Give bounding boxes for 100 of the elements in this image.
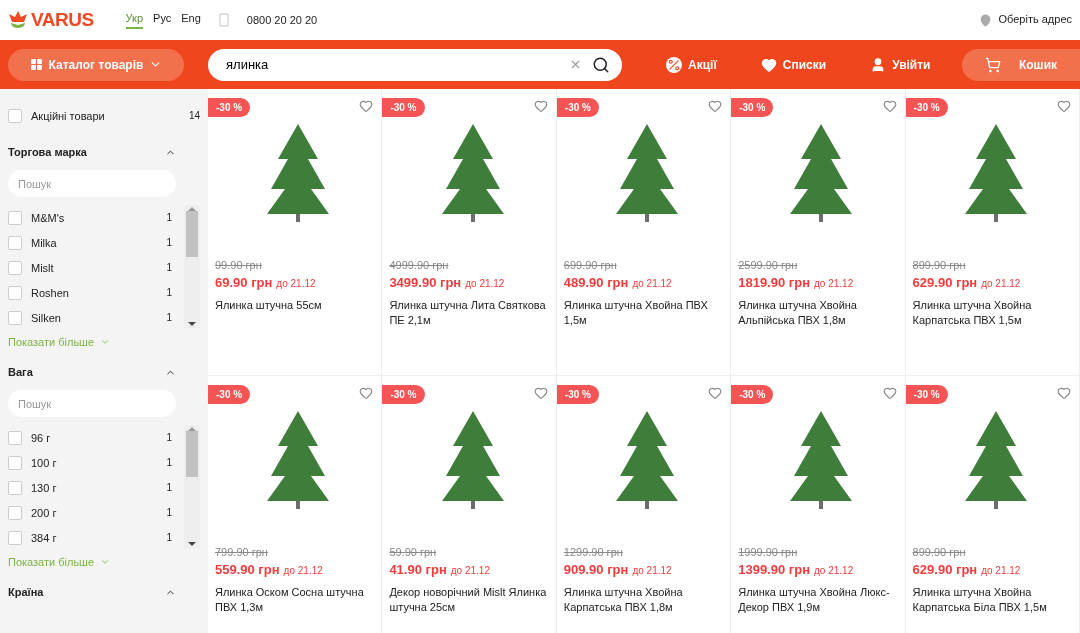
product-card[interactable]: -30 % 899.90 грн 629.90 грн до 21.12 Ялинка штучна Хвойна Карпатська Біла ПВХ 1,5м	[905, 376, 1080, 633]
filter-label: 96 г	[31, 431, 52, 444]
heart-icon[interactable]	[708, 99, 723, 113]
filter-search-field[interactable]: Пошук	[8, 170, 176, 197]
heart-icon[interactable]	[533, 99, 548, 113]
product-name[interactable]: Декор новорічний Mislt Ялинка штучна 25см	[389, 585, 556, 615]
checkbox[interactable]	[8, 505, 22, 520]
heart-icon[interactable]	[1057, 99, 1071, 113]
product-name[interactable]: Ялинка Оском Сосна штучна ПВХ 1,3м	[215, 585, 382, 615]
checkbox[interactable]	[8, 285, 22, 300]
filter-label: Mislt	[31, 261, 55, 274]
checkbox[interactable]	[8, 108, 22, 123]
scrollbar[interactable]	[184, 205, 200, 328]
heart-icon[interactable]	[359, 386, 374, 400]
scroll-down-icon[interactable]	[188, 322, 196, 326]
discount-badge: -30 %	[382, 385, 425, 404]
filter-label: Акційні товари	[31, 109, 106, 122]
heart-icon[interactable]	[882, 386, 897, 400]
filter-label: Milka	[31, 236, 58, 249]
filter-count: 1	[165, 237, 172, 248]
scroll-down-icon[interactable]	[188, 542, 196, 546]
price: 489.90 грн	[563, 275, 629, 290]
product-name[interactable]: Ялинка штучна Хвойна Люкс-Декор ПВХ 1,9м	[738, 585, 905, 615]
checkbox[interactable]	[8, 455, 22, 470]
filter-search-field[interactable]: Пошук	[8, 390, 176, 417]
promo-date: до 21.12	[981, 278, 1021, 289]
product-name[interactable]: Ялинка штучна Хвойна Карпатська ПВХ 1,5м	[912, 298, 1079, 328]
discount-badge: -30 %	[905, 385, 948, 404]
promos-link[interactable]: Акції	[666, 56, 717, 73]
varus-logo[interactable]: VARUS	[8, 9, 94, 31]
percent-icon	[666, 56, 682, 73]
filter-title: Торгова марка	[8, 146, 87, 158]
product-name[interactable]: Ялинка штучна 55см	[215, 298, 382, 313]
old-price: 899.90 грн	[912, 259, 967, 271]
login-link[interactable]: Увійти	[870, 56, 931, 73]
product-card[interactable]: -30 % 1999.90 грн 1399.90 грн до 21.12 Ялинка штучна Хвойна Люкс-Декор ПВХ 1,9м	[731, 376, 906, 633]
product-card[interactable]: -30 % 899.90 грн 629.90 грн до 21.12 Ялинка штучна Хвойна Карпатська ПВХ 1,5м	[905, 89, 1080, 376]
filter-count: 1	[165, 312, 172, 323]
product-card[interactable]: -30 % 799.90 грн 559.90 грн до 21.12 Ялинка Оском Сосна штучна ПВХ 1,3м	[208, 376, 383, 633]
discount-badge: -30 %	[556, 385, 599, 404]
heart-icon[interactable]	[882, 99, 897, 113]
discount-badge: -30 %	[731, 385, 774, 404]
heart-icon[interactable]	[708, 386, 723, 400]
search-field[interactable]: ялинка	[208, 48, 622, 81]
promo-date: до 21.12	[814, 565, 854, 576]
discount-badge: -30 %	[208, 385, 251, 404]
product-name[interactable]: Ялинка штучна Хвойна ПВХ 1,5м	[563, 298, 731, 328]
old-price: 59.90 грн	[389, 546, 438, 558]
filter-count: 1	[165, 432, 172, 443]
product-card[interactable]: -30 % 2599.90 грн 1819.90 грн до 21.12 Ялинка штучна Хвойна Альпійська ПВХ 1,8м	[731, 89, 906, 376]
language-tab[interactable]: Укр	[125, 11, 144, 29]
cart-icon	[984, 56, 1001, 73]
phone-icon	[216, 13, 231, 27]
filter-count: 1	[165, 287, 172, 298]
product-name[interactable]: Ялинка штучна Хвойна Карпатська Біла ПВХ 1,5м	[912, 585, 1079, 615]
heart-icon[interactable]	[359, 99, 374, 113]
filter-title: Вага	[8, 366, 33, 378]
checkbox[interactable]	[8, 310, 22, 325]
language-tab[interactable]: Рус	[153, 11, 172, 29]
product-card[interactable]: -30 % 699.90 грн 489.90 грн до 21.12 Ялинка штучна Хвойна ПВХ 1,5м	[556, 89, 732, 376]
heart-icon[interactable]	[533, 386, 548, 400]
search-input[interactable]: ялинка	[224, 56, 559, 73]
checkbox[interactable]	[8, 260, 22, 275]
filter-label: 130 г	[31, 481, 58, 494]
product-card[interactable]: -30 % 59.90 грн 41.90 грн до 21.12 Декор новорічний Mislt Ялинка штучна 25см	[382, 376, 557, 633]
product-card[interactable]: -30 % 99.90 грн 69.90 грн до 21.12 Ялинка штучна 55см	[208, 89, 383, 376]
checkbox[interactable]	[8, 210, 22, 225]
lists-link[interactable]: Списки	[760, 56, 827, 73]
filter-count: 1	[165, 212, 172, 223]
product-name[interactable]: Ялинка штучна Лита Святкова ПЕ 2,1м	[389, 298, 556, 328]
language-tab[interactable]: Eng	[181, 11, 201, 29]
scrollbar[interactable]	[184, 425, 200, 548]
product-card[interactable]: -30 % 1299.90 грн 909.90 грн до 21.12 Ялинка штучна Хвойна Карпатська ПВХ 1,8м	[556, 376, 732, 633]
filter-count: 1	[165, 482, 172, 493]
checkbox[interactable]	[8, 235, 22, 250]
discount-badge: -30 %	[905, 98, 948, 117]
old-price: 699.90 грн	[563, 259, 618, 271]
checkbox[interactable]	[8, 530, 22, 545]
filter-count: 1	[165, 457, 172, 468]
checkbox[interactable]	[8, 430, 22, 445]
filter-title: Країна	[8, 586, 44, 598]
price: 1399.90 грн	[738, 562, 810, 577]
close-icon	[569, 58, 582, 71]
old-price: 899.90 грн	[912, 546, 967, 558]
filter-label: M&M's	[31, 211, 66, 224]
chevron-down-icon	[100, 557, 111, 567]
promo-date: до 21.12	[814, 278, 854, 289]
product-name[interactable]: Ялинка штучна Хвойна Альпійська ПВХ 1,8м	[738, 298, 905, 328]
checkbox[interactable]	[8, 480, 22, 495]
product-card[interactable]: -30 % 4999.90 грн 3499.90 грн до 21.12 Ялинка штучна Лита Святкова ПЕ 2,1м	[382, 89, 557, 376]
discount-badge: -30 %	[556, 98, 599, 117]
old-price: 2599.90 грн	[738, 259, 799, 271]
phone-number: 0800 20 20 20	[246, 14, 318, 26]
old-price: 1299.90 грн	[563, 546, 624, 558]
discount-badge: -30 %	[382, 98, 425, 117]
address-link[interactable]: Оберіть адрес	[979, 13, 1072, 27]
heart-icon[interactable]	[1057, 386, 1071, 400]
price: 629.90 грн	[912, 275, 978, 290]
product-name[interactable]: Ялинка штучна Хвойна Карпатська ПВХ 1,8м	[563, 585, 731, 615]
promo-date: до 21.12	[465, 278, 505, 289]
